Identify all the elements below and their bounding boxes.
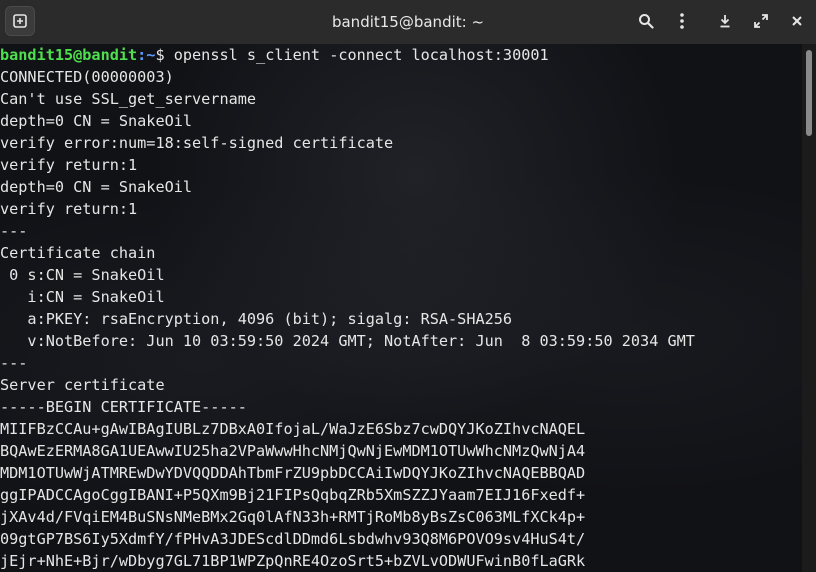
command-line: bandit15@bandit:~$ openssl s_client -con… xyxy=(0,44,802,66)
scrollbar[interactable] xyxy=(802,44,816,572)
new-tab-button[interactable] xyxy=(5,6,35,36)
output-line: depth=0 CN = SnakeOil xyxy=(0,178,193,196)
output-line: verify return:1 xyxy=(0,200,138,218)
output-line: BQAwEzERMA8GA1UEAwwIU25ha2VPaWwwHhcNMjQw… xyxy=(0,442,586,460)
output-line: a:PKEY: rsaEncryption, 4096 (bit); sigal… xyxy=(0,310,513,328)
output-line: verify error:num=18:self-signed certific… xyxy=(0,134,394,152)
command-text: openssl s_client -connect localhost:3000… xyxy=(164,46,549,64)
search-icon xyxy=(639,14,654,29)
output-line: Can't use SSL_get_servername xyxy=(0,90,257,108)
output-line: -----BEGIN CERTIFICATE----- xyxy=(0,398,247,416)
output-line: 0 s:CN = SnakeOil xyxy=(0,266,165,284)
search-button[interactable] xyxy=(631,6,661,36)
output-line: --- xyxy=(0,222,28,240)
output-line: v:NotBefore: Jun 10 03:59:50 2024 GMT; N… xyxy=(0,332,695,350)
output-line: --- xyxy=(0,354,28,372)
output-line: Server certificate xyxy=(0,376,165,394)
kebab-menu-icon xyxy=(680,13,684,29)
output-line: 09gtGP7BS6Iy5XdmfY/fPHvA3JDEScdlDDmd6Lsb… xyxy=(0,530,586,548)
output-line: verify return:1 xyxy=(0,156,138,174)
menu-button[interactable] xyxy=(667,6,697,36)
minimize-button[interactable] xyxy=(710,6,740,36)
output-line: jEjr+NhE+Bjr/wDbyg7GL71BP1WPZpQnRE4OzoSr… xyxy=(0,552,586,570)
title-bar: bandit15@bandit: ~ xyxy=(0,0,816,45)
terminal-output[interactable]: bandit15@bandit:~$ openssl s_client -con… xyxy=(0,44,802,572)
close-icon xyxy=(792,16,802,26)
minimize-icon xyxy=(720,15,730,28)
close-button[interactable] xyxy=(782,6,812,36)
maximize-icon xyxy=(754,14,768,28)
maximize-button[interactable] xyxy=(746,6,776,36)
prompt-user-host: bandit15@bandit xyxy=(0,46,138,64)
output-line: MDM1OTUwWjATMREwDwYDVQQDDAhTbmFrZU9pbDCC… xyxy=(0,464,586,482)
output-line: jXAv4d/FVqiEM4BuSNsNMeBMx2Gq0lAfN33h+RMT… xyxy=(0,508,586,526)
output-line: CONNECTED(00000003) xyxy=(0,68,174,86)
output-line: MIIFBzCCAu+gAwIBAgIUBLz7DBxA0IfojaL/WaJz… xyxy=(0,420,586,438)
prompt-path: :~ xyxy=(137,46,156,64)
output-line: i:CN = SnakeOil xyxy=(0,288,165,306)
scrollbar-thumb[interactable] xyxy=(806,50,812,136)
new-tab-icon xyxy=(13,14,27,28)
output-line: ggIPADCCAgoCggIBANI+P5QXm9Bj21FIPsQqbqZR… xyxy=(0,486,586,504)
prompt-symbol: $ xyxy=(155,46,165,64)
output-line: depth=0 CN = SnakeOil xyxy=(0,112,193,130)
output-line: Certificate chain xyxy=(0,244,156,262)
